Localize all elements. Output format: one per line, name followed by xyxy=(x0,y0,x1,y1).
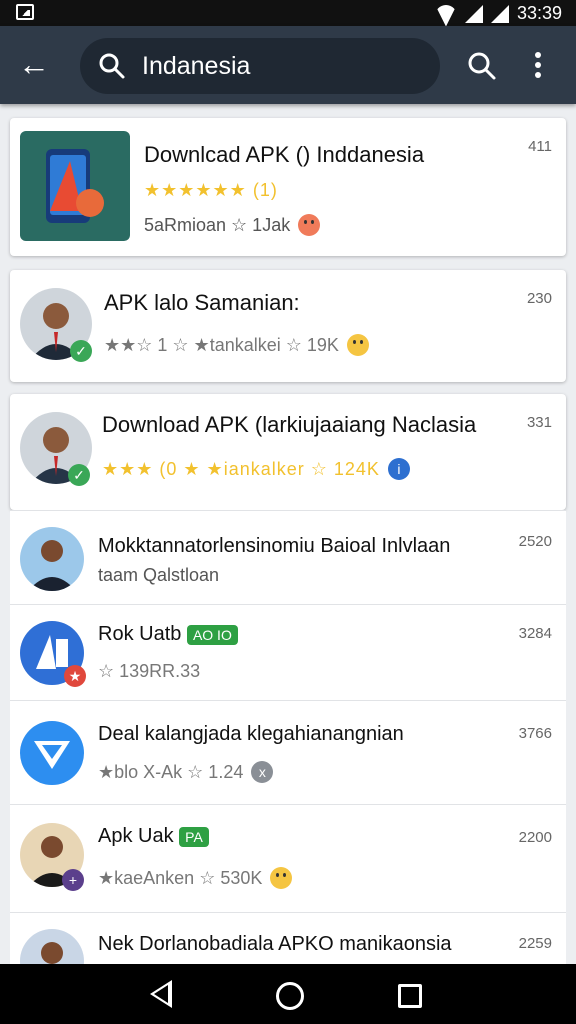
navigation-bar xyxy=(0,964,576,1024)
app-bar: ← Indanesia xyxy=(0,26,576,104)
result-card[interactable]: ✓ Download APK (larkiujaaiang Naclasia ★… xyxy=(10,394,566,510)
avatar xyxy=(20,527,84,591)
status-icons: 33:39 xyxy=(435,3,562,24)
result-count: 230 xyxy=(526,290,552,307)
search-input[interactable]: Indanesia xyxy=(80,38,440,94)
verified-icon: ✓ xyxy=(70,340,92,362)
list-item[interactable]: Deal kalangjada klegahianangnian ★blo X-… xyxy=(10,700,566,805)
meta-text: ★kaeAnken ☆ 530K xyxy=(98,867,263,888)
nav-home-icon[interactable] xyxy=(276,982,304,1010)
meta-text: taam Qalstloan xyxy=(98,565,220,585)
meta-text: ★★★ (0 ★ ★iankalker ☆ 124K xyxy=(102,458,380,479)
more-vert-icon[interactable] xyxy=(528,48,548,84)
result-card[interactable]: Downlcad APK () Inddanesia ★★★★★★ (1) 5a… xyxy=(10,118,566,256)
list-item[interactable]: Nek Dorlanobadiala APKO manikaonsia 2259 xyxy=(10,912,566,965)
list-item[interactable]: ★ Rok Uatb AO IO ☆ 139RR.33 3284 xyxy=(10,604,566,701)
result-count: 411 xyxy=(528,138,552,155)
result-meta: taam Qalstloan xyxy=(98,565,219,586)
result-meta: ☆ 139RR.33 xyxy=(98,661,200,682)
info-icon: i xyxy=(387,458,410,480)
stars: ★★★★★★ (1) xyxy=(144,180,278,200)
signal-icon xyxy=(464,4,483,23)
result-meta: ★blo X-Ak ☆ 1.24 x xyxy=(98,761,274,783)
search-query: Indanesia xyxy=(142,52,251,80)
result-title: APK lalo Samanian: xyxy=(104,290,300,315)
meta-text: ★blo X-Ak ☆ 1.24 xyxy=(98,761,244,782)
avatar xyxy=(20,929,84,965)
result-title: Mokktannatorlensinomiu Baioal Inlvlaan xyxy=(98,535,451,557)
label-chip: PA xyxy=(179,827,209,847)
result-count: 2200 xyxy=(518,829,552,846)
emoji-icon xyxy=(270,867,293,889)
list-item[interactable]: Mokktannatorlensinomiu Baioal Inlvlaan t… xyxy=(10,510,566,605)
verified-icon: ✓ xyxy=(68,464,90,486)
meta-text: ★★☆ 1 ☆ ★tankalkei ☆ 19K xyxy=(104,334,339,355)
meta-text: ☆ 139RR.33 xyxy=(98,661,201,681)
emoji-icon xyxy=(346,334,369,356)
badge-icon: ★ xyxy=(64,665,86,687)
emoji-icon xyxy=(298,214,321,236)
nav-back-icon-inner xyxy=(154,985,168,1003)
signal-icon xyxy=(490,4,509,23)
status-bar: 33:39 xyxy=(0,0,576,26)
result-count: 2259 xyxy=(518,935,552,952)
nav-recents-icon[interactable] xyxy=(398,984,422,1008)
meta-text: 5aRmioan ☆ 1Jak xyxy=(144,214,291,235)
result-title: Download APK (larkiujaaiang Naclasia xyxy=(102,412,477,437)
wifi-icon xyxy=(435,5,457,23)
result-card[interactable]: ✓ APK lalo Samanian: ★★☆ 1 ☆ ★tankalkei … xyxy=(10,270,566,382)
result-count: 3284 xyxy=(518,625,552,642)
rating: ★★★★★★ (1) xyxy=(144,180,278,201)
result-meta: ★kaeAnken ☆ 530K xyxy=(98,867,293,889)
badge-icon: + xyxy=(62,869,84,891)
result-title: Apk Uak PA xyxy=(98,825,209,848)
result-count: 3766 xyxy=(518,725,552,742)
search-icon xyxy=(99,53,125,79)
list-item[interactable]: + Apk Uak PA ★kaeAnken ☆ 530K 2200 xyxy=(10,804,566,913)
label-chip: AO IO xyxy=(186,625,238,645)
app-icon xyxy=(20,721,84,785)
x-icon: x xyxy=(251,761,274,783)
arrow-left-icon[interactable]: ← xyxy=(14,46,54,86)
image-icon xyxy=(16,4,34,20)
result-title: Downlcad APK () Inddanesia xyxy=(144,142,425,167)
result-title: Deal kalangjada klegahianangnian xyxy=(98,723,404,745)
result-meta: 5aRmioan ☆ 1Jak xyxy=(144,214,321,236)
search-icon[interactable] xyxy=(466,50,498,82)
status-time: 33:39 xyxy=(516,3,562,23)
result-title: Nek Dorlanobadiala APKO manikaonsia xyxy=(98,933,452,955)
result-count: 2520 xyxy=(518,533,552,550)
result-count: 331 xyxy=(526,414,552,431)
result-meta: ★★☆ 1 ☆ ★tankalkei ☆ 19K xyxy=(104,334,369,356)
result-meta: ★★★ (0 ★ ★iankalker ☆ 124K i xyxy=(102,458,410,480)
app-icon xyxy=(20,131,130,241)
result-title: Rok Uatb AO IO xyxy=(98,623,238,646)
